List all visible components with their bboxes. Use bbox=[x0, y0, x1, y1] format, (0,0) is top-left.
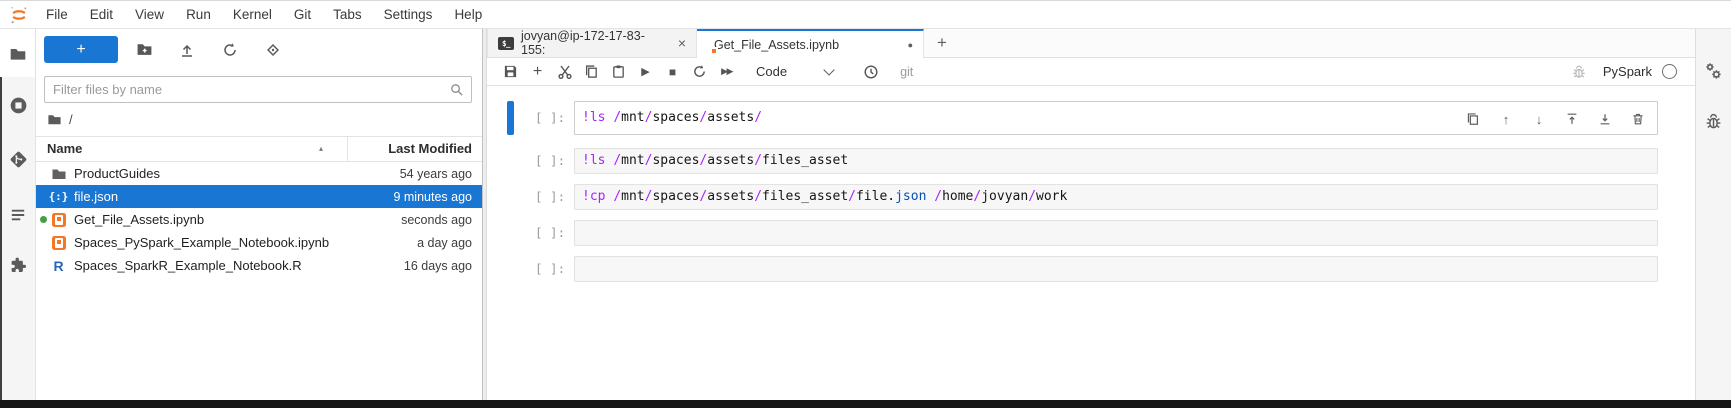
search-icon bbox=[449, 82, 464, 97]
new-tab-button[interactable]: + bbox=[924, 29, 960, 57]
paste-cell-icon[interactable] bbox=[605, 61, 632, 83]
cell-editor[interactable]: !ls /mnt/spaces/assets/files_asset bbox=[574, 148, 1658, 174]
breadcrumb[interactable]: / bbox=[47, 110, 73, 128]
file-row-file-json[interactable]: {:} file.json 9 minutes ago bbox=[36, 185, 482, 208]
unsaved-changes-dot[interactable]: ● bbox=[908, 40, 913, 50]
cell-editor[interactable]: !cp /mnt/spaces/assets/files_asset/file.… bbox=[574, 184, 1658, 210]
insert-cell-above-icon[interactable] bbox=[1564, 111, 1580, 127]
git-panel-icon[interactable] bbox=[8, 149, 28, 169]
file-browser-icon[interactable] bbox=[8, 44, 28, 64]
menu-help[interactable]: Help bbox=[443, 1, 493, 28]
cell-editor[interactable]: !ls /mnt/spaces/assets/ ↑ ↓ bbox=[574, 101, 1658, 135]
tab-terminal[interactable]: $_ jovyan@ip-172-17-83-155: × bbox=[487, 29, 697, 57]
kernel-name[interactable]: PySpark bbox=[1603, 64, 1652, 79]
upload-icon[interactable] bbox=[178, 41, 196, 59]
delete-cell-icon[interactable] bbox=[1630, 111, 1646, 127]
filter-files-box bbox=[44, 76, 472, 103]
cut-cell-icon[interactable] bbox=[551, 61, 578, 83]
right-activity-bar bbox=[1695, 29, 1731, 400]
home-folder-icon bbox=[47, 112, 62, 127]
terminal-icon: $_ bbox=[498, 37, 514, 50]
cell-type-select[interactable]: Code bbox=[756, 64, 833, 79]
file-row-spaces-pyspark[interactable]: Spaces_PySpark_Example_Notebook.ipynb a … bbox=[36, 231, 482, 254]
menu-file[interactable]: File bbox=[35, 1, 79, 28]
cell-prompt: [ ]: bbox=[535, 256, 571, 282]
add-cell-icon[interactable]: + bbox=[524, 61, 551, 83]
cell-editor[interactable] bbox=[574, 256, 1658, 282]
notebook-file-icon bbox=[50, 234, 67, 251]
notebook-toolbar: + ▶ ■ ▶▶ Code git PySpark bbox=[487, 58, 1695, 86]
cell-type-value: Code bbox=[756, 64, 787, 79]
chevron-down-icon bbox=[823, 64, 834, 75]
git-toolbar-label[interactable]: git bbox=[900, 65, 913, 79]
kernel-status-icon[interactable] bbox=[1662, 64, 1677, 79]
extension-manager-icon[interactable] bbox=[8, 255, 28, 275]
restart-kernel-icon[interactable] bbox=[686, 61, 713, 83]
filter-files-input[interactable] bbox=[45, 82, 449, 97]
file-browser-panel: + / Name ▴ Last Modified bbox=[36, 29, 482, 400]
file-row-productguides[interactable]: ProductGuides 54 years ago bbox=[36, 162, 482, 185]
execution-time-icon[interactable] bbox=[857, 61, 884, 83]
active-cell-collapser[interactable] bbox=[507, 101, 514, 135]
menu-tabs[interactable]: Tabs bbox=[322, 1, 373, 28]
file-list: ProductGuides 54 years ago {:} file.json… bbox=[36, 162, 482, 277]
debugger-panel-icon[interactable] bbox=[1703, 111, 1723, 131]
new-launcher-button[interactable]: + bbox=[44, 36, 118, 63]
breadcrumb-root[interactable]: / bbox=[69, 112, 73, 127]
menu-run[interactable]: Run bbox=[175, 1, 222, 28]
tab-terminal-label: jovyan@ip-172-17-83-155: bbox=[521, 29, 669, 57]
json-file-icon: {:} bbox=[50, 188, 67, 205]
menu-view[interactable]: View bbox=[124, 1, 175, 28]
cell-prompt: [ ]: bbox=[535, 148, 571, 174]
table-of-contents-icon[interactable] bbox=[8, 205, 28, 225]
restart-run-all-icon[interactable]: ▶▶ bbox=[713, 61, 740, 83]
folder-icon bbox=[50, 165, 67, 182]
file-list-header: Name ▴ Last Modified bbox=[36, 137, 482, 162]
tab-notebook[interactable]: Get_File_Assets.ipynb ● bbox=[697, 29, 924, 58]
git-clone-icon[interactable] bbox=[264, 41, 282, 59]
new-folder-icon[interactable] bbox=[135, 41, 153, 59]
cell-editor[interactable] bbox=[574, 220, 1658, 246]
jupyter-logo-icon bbox=[9, 5, 29, 25]
close-tab-icon[interactable]: × bbox=[678, 36, 686, 50]
dock-tab-bar: $_ jovyan@ip-172-17-83-155: × Get_File_A… bbox=[487, 29, 1695, 58]
menu-settings[interactable]: Settings bbox=[373, 1, 444, 28]
menu-git[interactable]: Git bbox=[283, 1, 322, 28]
column-header-name[interactable]: Name bbox=[47, 141, 82, 156]
cell-prompt: [ ]: bbox=[535, 101, 571, 135]
file-browser-toolbar: + bbox=[44, 36, 474, 63]
left-activity-bar bbox=[0, 29, 36, 400]
notebook-file-icon bbox=[50, 211, 67, 228]
copy-cell-icon[interactable] bbox=[578, 61, 605, 83]
kernel-running-dot bbox=[40, 216, 47, 223]
save-icon[interactable] bbox=[497, 61, 524, 83]
main-dock-panel: $_ jovyan@ip-172-17-83-155: × Get_File_A… bbox=[487, 29, 1695, 400]
file-row-get-file-assets[interactable]: Get_File_Assets.ipynb seconds ago bbox=[36, 208, 482, 231]
menu-kernel[interactable]: Kernel bbox=[222, 1, 283, 28]
debugger-bug-icon[interactable] bbox=[1567, 61, 1591, 83]
column-separator bbox=[347, 137, 348, 161]
cell-prompt: [ ]: bbox=[535, 184, 571, 210]
interrupt-kernel-icon[interactable]: ■ bbox=[659, 61, 686, 83]
column-header-last-modified[interactable]: Last Modified bbox=[388, 141, 472, 156]
menu-bar: File Edit View Run Kernel Git Tabs Setti… bbox=[0, 0, 1731, 29]
running-sessions-icon[interactable] bbox=[8, 95, 28, 115]
refresh-file-list-icon[interactable] bbox=[221, 41, 239, 59]
menu-edit[interactable]: Edit bbox=[79, 1, 124, 28]
move-cell-down-icon[interactable]: ↓ bbox=[1531, 111, 1547, 127]
run-cell-icon[interactable]: ▶ bbox=[632, 61, 659, 83]
notebook-content: [ ]: !ls /mnt/spaces/assets/ ↑ ↓ bbox=[487, 86, 1695, 400]
window-left-edge bbox=[0, 77, 2, 400]
insert-cell-below-icon[interactable] bbox=[1597, 111, 1613, 127]
window-bottom-edge bbox=[0, 400, 1731, 408]
move-cell-up-icon[interactable]: ↑ bbox=[1498, 111, 1514, 127]
tab-notebook-label: Get_File_Assets.ipynb bbox=[714, 38, 839, 52]
sort-ascending-icon[interactable]: ▴ bbox=[319, 144, 323, 153]
property-inspector-icon[interactable] bbox=[1703, 61, 1723, 81]
duplicate-cell-icon[interactable] bbox=[1465, 111, 1481, 127]
file-row-spaces-sparkr[interactable]: R Spaces_SparkR_Example_Notebook.R 16 da… bbox=[36, 254, 482, 277]
cell-toolbar: ↑ ↓ bbox=[1465, 102, 1646, 136]
r-file-icon: R bbox=[50, 257, 67, 274]
cell-prompt: [ ]: bbox=[535, 220, 571, 246]
